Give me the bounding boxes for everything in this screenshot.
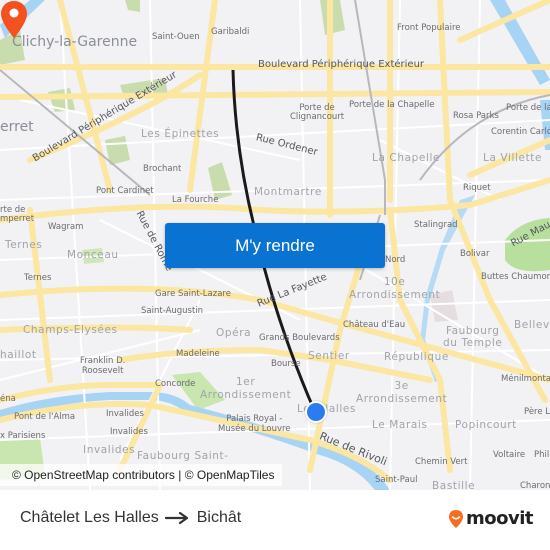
map-view[interactable]: Clichy-la-Garenne erret Saint-Ouen Garib… xyxy=(0,0,550,490)
map-label-faubourg-saint-germain: Faubourg Saint- xyxy=(137,450,229,462)
moovit-wordmark: moovit xyxy=(466,508,534,529)
map-label-gare-du-nord: Nord xyxy=(385,255,406,265)
map-label-menilmontant: Ménilmonta xyxy=(501,374,550,384)
map-label-sentier: Sentier xyxy=(308,350,350,362)
map-label-saint-paul: Saint-Paul xyxy=(375,475,418,485)
map-label-bolivar: Bolivar xyxy=(460,249,490,259)
map-label-porte-chapelle: Porte de la Chapelle xyxy=(349,100,435,110)
arrow-right-icon xyxy=(164,511,188,525)
map-label-gare-saint-lazare: Gare Saint-Lazare xyxy=(155,289,231,299)
map-label-pont-cardinet: Pont Cardinet xyxy=(96,186,154,196)
map-label-monceau: Monceau xyxy=(67,249,119,261)
park-area xyxy=(125,0,140,12)
map-label-rosa-parks: Rosa Parks xyxy=(453,111,499,121)
map-label-opera: Opéra xyxy=(216,327,252,339)
map-label-champs-elysees: Champs-Elysées xyxy=(23,324,118,336)
destination-pin-icon[interactable] xyxy=(0,0,28,40)
map-label-la-villette: La Villette xyxy=(483,152,543,164)
moovit-pin-icon xyxy=(449,509,463,528)
map-label-madeleine: Madeleine xyxy=(176,349,220,359)
map-label-le-marais: Le Marais xyxy=(372,419,428,431)
map-label-iena: éna xyxy=(0,394,16,404)
map-label-clichy: Clichy-la-Garenne xyxy=(12,34,138,50)
map-label-invalides-1: Invalides xyxy=(106,409,144,419)
map-label-franklin-roosevelt: Franklin D. Roosevelt xyxy=(80,356,126,377)
map-label-bourse: Bourse xyxy=(271,359,301,369)
directions-button[interactable]: M'y rendre xyxy=(165,223,385,268)
map-label-faubourg-du-temple: Faubourg du Temple xyxy=(443,325,503,349)
map-label-corentin: Corentin Carlo xyxy=(491,127,550,137)
map-label-la-chapelle: La Chapelle xyxy=(372,152,441,164)
map-label-chaillot: haillot xyxy=(0,349,37,361)
map-label-front-populaire: Front Populaire xyxy=(397,23,461,33)
map-label-concorde: Concorde xyxy=(155,379,196,389)
map-label-popincourt: Popincourt xyxy=(455,419,517,431)
origin-location-dot[interactable] xyxy=(305,401,327,423)
map-label-saint-ouen: Saint-Ouen xyxy=(152,32,200,42)
map-label-chemin-vert: Chemin Vert xyxy=(415,457,468,467)
map-label-levallois-perret: erret xyxy=(0,119,34,135)
map-label-invalides-district: Invalides xyxy=(83,444,136,456)
map-label-stalingrad: Stalingrad xyxy=(414,220,458,230)
map-label-porte-champerret: rte de mperret xyxy=(0,205,35,224)
map-label-les-epinettes: Les Épinettes xyxy=(141,128,220,140)
map-label-la-fourche: La Fourche xyxy=(172,195,219,205)
map-label-porte-de-la: Porte de la xyxy=(506,103,550,113)
map-label-garibaldi: Garibaldi xyxy=(211,27,250,37)
map-label-palais-royal: Palais Royal - Musée du Louvre xyxy=(218,414,291,435)
map-label-philippe-auguste: Phil xyxy=(534,450,550,460)
map-label-charonne: Charon xyxy=(520,481,550,490)
route-origin: Châtelet Les Halles xyxy=(20,509,159,526)
map-label-brochant: Brochant xyxy=(143,164,182,174)
map-label-3e-arrondissement: 3e Arrondissement xyxy=(356,380,448,405)
map-label-bastille: Bastille xyxy=(432,480,476,490)
map-label-egouts-parisiens: x Parisiens xyxy=(0,431,46,441)
map-label-chateau-deau: Château d'Eau xyxy=(343,320,406,330)
map-label-grands-boulevards: Grands Boulevards xyxy=(259,333,340,343)
map-label-voltaire: Voltaire xyxy=(493,450,526,460)
map-label-bd-peripherique: Boulevard Périphérique Extérieur xyxy=(258,59,425,70)
map-label-ternes-district: Ternes xyxy=(5,239,43,251)
map-label-saint-augustin: Saint-Augustin xyxy=(141,306,204,316)
map-label-pont-alma: Pont de l'Alma xyxy=(14,412,76,422)
map-label-10e-arrondissement: 10e Arrondissement xyxy=(349,276,441,301)
map-label-porte-clignancourt: Porte de Clignancourt xyxy=(290,103,345,122)
map-label-ternes: Ternes xyxy=(24,273,52,283)
map-label-buttes-chaumont: Buttes Chaumont xyxy=(481,272,550,282)
map-label-riquet: Riquet xyxy=(463,183,491,193)
map-label-invalides-2: Invalides xyxy=(110,427,148,437)
moovit-logo[interactable]: moovit xyxy=(448,508,534,529)
map-label-republique: République xyxy=(384,351,449,363)
map-attribution[interactable]: © OpenStreetMap contributors | © OpenMap… xyxy=(0,464,283,486)
map-label-pere-lachaise: Père L xyxy=(524,407,550,417)
map-label-1er-arrondissement: 1er Arrondissement xyxy=(200,376,292,401)
map-label-belleville: Bellevi xyxy=(514,319,550,331)
route-destination: Bichât xyxy=(196,509,242,526)
map-label-montmartre: Montmartre xyxy=(254,186,322,198)
map-label-wagram: Wagram xyxy=(48,222,84,232)
route-summary: Châtelet Les Halles Bichât xyxy=(20,509,241,527)
